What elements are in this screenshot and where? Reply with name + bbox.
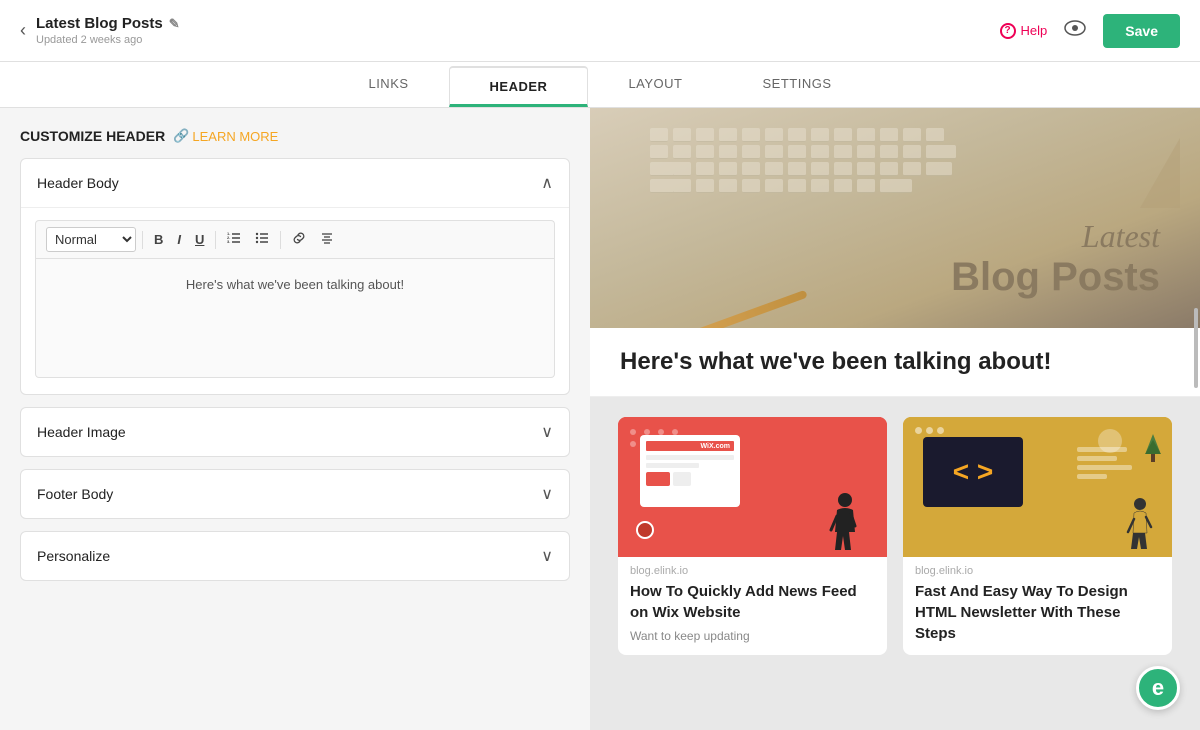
card-1-desc: Want to keep updating [618,629,887,655]
code-screen: < > [923,437,1023,507]
eye-icon [1063,20,1087,36]
accordion-header-body-content: Normal Heading 1 Heading 2 Heading 3 B I… [21,207,569,394]
save-button[interactable]: Save [1103,14,1180,48]
chevron-up-icon: ∧ [541,173,553,193]
chevron-down-icon-1: ∨ [541,422,553,442]
left-panel: CUSTOMIZE HEADER 🔗 Learn More Header Bod… [0,108,590,730]
monitor: WiX.com [640,435,740,507]
card-2-title: Fast And Easy Way To Design HTML Newslet… [903,581,1172,650]
link-button[interactable] [287,228,311,251]
accordion-header-body-label: Header Body [37,175,119,191]
accordion-footer-body-label: Footer Body [37,486,113,502]
preview-header-image: Latest Blog Posts [590,108,1200,328]
help-label: Help [1021,23,1048,38]
accordion-header-body-toggle[interactable]: Header Body ∧ [21,159,569,207]
page-title-text: Latest Blog Posts [36,15,163,32]
question-icon: ? [1000,23,1016,39]
accordion-header-image-label: Header Image [37,424,126,440]
help-button[interactable]: ? Help [1000,23,1048,39]
page-info: Latest Blog Posts ✎ Updated 2 weeks ago [36,15,180,46]
main-content: CUSTOMIZE HEADER 🔗 Learn More Header Bod… [0,108,1200,730]
toolbar-divider-3 [280,231,281,249]
accordion-personalize: Personalize ∨ [20,531,570,581]
tab-layout[interactable]: LAYOUT [588,62,722,107]
panel-title: CUSTOMIZE HEADER 🔗 Learn More [20,128,570,144]
scroll-indicator [1194,308,1198,388]
back-button[interactable]: ‹ [20,20,26,41]
edit-icon[interactable]: ✎ [169,16,180,32]
accordion-personalize-label: Personalize [37,548,110,564]
learn-more-link[interactable]: 🔗 Learn More [173,128,278,144]
text-toolbar: Normal Heading 1 Heading 2 Heading 3 B I… [35,220,555,258]
top-bar: ‹ Latest Blog Posts ✎ Updated 2 weeks ag… [0,0,1200,62]
right-panel: Latest Blog Posts Here's what we've been… [590,108,1200,730]
top-bar-right: ? Help Save [1000,14,1180,48]
window-dots [915,427,944,434]
header-title: Latest Blog Posts [951,218,1160,300]
toolbar-divider-2 [215,231,216,249]
card-1-source: blog.elink.io [618,557,887,581]
underline-button[interactable]: U [190,229,209,250]
tab-settings[interactable]: SETTINGS [723,62,872,107]
red-dot [636,521,654,539]
top-bar-left: ‹ Latest Blog Posts ✎ Updated 2 weeks ag… [20,15,180,46]
page-subtitle: Updated 2 weeks ago [36,34,180,46]
walking-person [1126,497,1154,557]
card-2-source: blog.elink.io [903,557,1172,581]
header-body-editor[interactable]: Here's what we've been talking about! [35,258,555,378]
chevron-down-icon-3: ∨ [541,546,553,566]
header-title-bold: Blog Posts [951,255,1160,300]
keyboard-grid [650,128,946,193]
accordion-header-body: Header Body ∧ Normal Heading 1 Heading 2… [20,158,570,395]
sun-decoration [1098,429,1122,453]
card-2-image: < > [903,417,1172,557]
learn-more-icon: 🔗 [173,128,189,144]
bold-button[interactable]: B [149,229,168,250]
header-title-italic: Latest [951,218,1160,255]
card-1: WiX.com [618,417,887,655]
toolbar-divider-1 [142,231,143,249]
accordion-footer-body-toggle[interactable]: Footer Body ∨ [21,470,569,518]
panel-title-text: CUSTOMIZE HEADER [20,128,165,144]
cards-row: WiX.com [590,397,1200,655]
svg-text:3.: 3. [227,239,230,244]
card-2: < > [903,417,1172,655]
tab-links[interactable]: LINKS [328,62,448,107]
card-1-title: How To Quickly Add News Feed on Wix Webs… [618,581,887,629]
person-silhouette [827,492,859,557]
nav-tabs: LINKS HEADER LAYOUT SETTINGS [0,62,1200,108]
style-select[interactable]: Normal Heading 1 Heading 2 Heading 3 [46,227,136,252]
accordion-header-image-toggle[interactable]: Header Image ∨ [21,408,569,456]
triangle-decoration [1140,138,1180,208]
elink-logo: e [1136,666,1180,710]
align-button[interactable] [315,228,339,251]
preview-button[interactable] [1063,19,1087,42]
page-title: Latest Blog Posts ✎ [36,15,180,32]
accordion-header-image: Header Image ∨ [20,407,570,457]
accordion-personalize-toggle[interactable]: Personalize ∨ [21,532,569,580]
header-body-text: Here's what we've been talking about! [186,277,404,292]
tree-decoration [1144,432,1162,467]
learn-more-label: Learn More [192,129,278,144]
ordered-list-button[interactable]: 1.2.3. [222,228,246,251]
italic-button[interactable]: I [172,229,186,250]
wix-illustration: WiX.com [618,417,887,557]
pencil-decoration [692,290,807,328]
preview-subtitle: Here's what we've been talking about! [590,328,1200,397]
chevron-down-icon-2: ∨ [541,484,553,504]
unordered-list-button[interactable] [250,228,274,251]
accordion-footer-body: Footer Body ∨ [20,469,570,519]
card-1-image: WiX.com [618,417,887,557]
code-illustration: < > [903,417,1172,557]
tab-header[interactable]: HEADER [449,66,589,107]
